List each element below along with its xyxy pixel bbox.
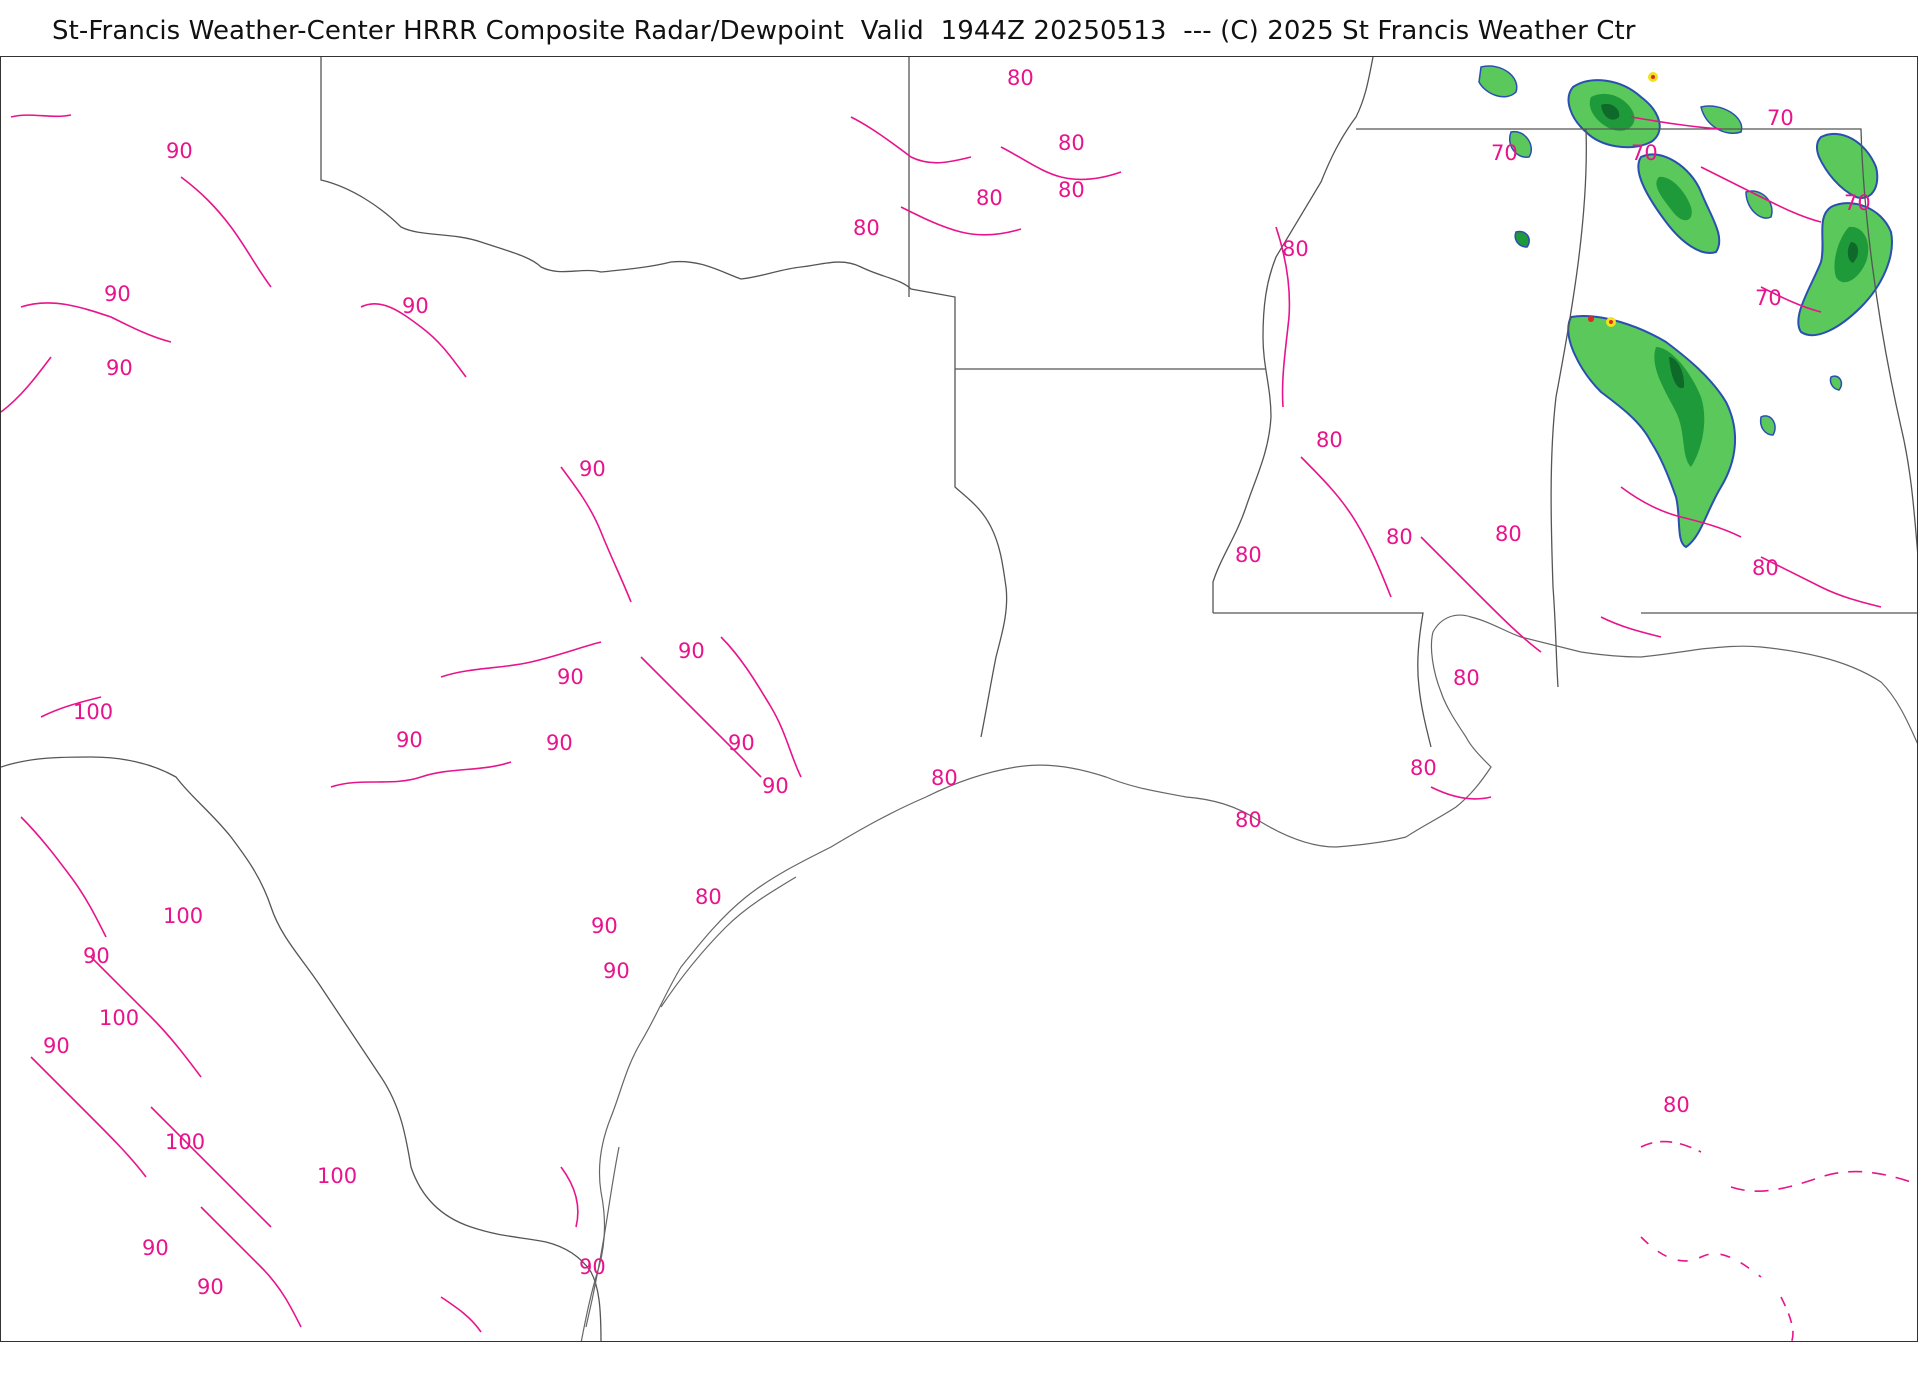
contour-line: [1300, 456, 1392, 598]
contour-line: [1640, 1236, 1762, 1278]
contour-label: 80: [1235, 808, 1262, 832]
radar-echo-icon: [1567, 315, 1737, 549]
contour-label: 90: [104, 282, 131, 306]
contour-line: [180, 176, 272, 288]
contour-label: 90: [43, 1034, 70, 1058]
contour-label: 80: [1316, 428, 1343, 452]
contour-label: 90: [579, 1255, 606, 1279]
contour-line: [330, 761, 512, 788]
contour-label: 90: [166, 139, 193, 163]
contour-label: 80: [1495, 522, 1522, 546]
contour-label: 70: [1631, 141, 1658, 165]
radar-echo-icon: [1567, 72, 1661, 149]
contour-label: 100: [165, 1130, 205, 1154]
contour-label: 90: [396, 728, 423, 752]
contour-line: [20, 302, 172, 343]
contour-label: 90: [678, 639, 705, 663]
mississippi-alabama-line: [1356, 128, 1587, 688]
contour-line: [640, 656, 762, 778]
contour-label: 90: [197, 1275, 224, 1299]
contour-label: 90: [579, 457, 606, 481]
contour-line: [850, 116, 972, 164]
contour-line: [10, 114, 72, 118]
texas-panhandle-boundary: [320, 57, 1008, 738]
contour-label: 90: [106, 356, 133, 380]
contour-line: [1760, 556, 1882, 608]
contour-label: 100: [99, 1006, 139, 1030]
contour-label: 90: [728, 731, 755, 755]
contour-label: 80: [1058, 178, 1085, 202]
contour-label: 90: [557, 665, 584, 689]
barrier-island-padre: [585, 1146, 620, 1328]
map-panel: 90 90 90 90 90 90 90 90 90 90 90 90 100 …: [0, 56, 1918, 1342]
contour-line: [1780, 1296, 1794, 1341]
contour-label: 80: [1058, 131, 1085, 155]
radar-echo-icon: [1797, 202, 1893, 337]
contour-label: 80: [1007, 66, 1034, 90]
contour-label: 80: [1410, 756, 1437, 780]
gulf-coastline: [580, 614, 1917, 1341]
contour-line: [560, 466, 632, 603]
contour-label: 70: [1491, 141, 1518, 165]
contour-label: 80: [1663, 1093, 1690, 1117]
louisiana-mississippi-line: [1213, 612, 1432, 748]
contour-line: [1730, 1170, 1912, 1192]
contour-label: 90: [762, 774, 789, 798]
contour-line: [1430, 786, 1492, 800]
contour-line: [1, 356, 52, 413]
contour-label: 90: [83, 944, 110, 968]
contour-line: [720, 636, 802, 778]
contour-line: [560, 1166, 579, 1228]
contour-label: 100: [73, 700, 113, 724]
radar-echo-icon: [1815, 132, 1879, 199]
contour-label: 70: [1767, 106, 1794, 130]
contour-label: 100: [317, 1164, 357, 1188]
contour-label: 90: [402, 294, 429, 318]
dewpoint-contours: [1, 114, 1912, 1341]
contour-label: 90: [591, 914, 618, 938]
mississippi-alabama-coast: [1520, 636, 1702, 658]
texas-coast: [580, 764, 1407, 1341]
contour-label: 90: [142, 1236, 169, 1260]
contour-label: 90: [603, 959, 630, 983]
contour-label: 90: [546, 731, 573, 755]
contour-label: 70: [1844, 191, 1871, 215]
contour-label: 80: [1235, 543, 1262, 567]
contour-label: 80: [1752, 556, 1779, 580]
contour-line: [150, 1106, 272, 1228]
contour-line: [1640, 1140, 1702, 1153]
contour-label: 100: [163, 904, 203, 928]
contour-line: [900, 206, 1022, 236]
map-title: St-Francis Weather-Center HRRR Composite…: [52, 16, 1636, 46]
louisiana-coast: [1405, 614, 1522, 838]
political-boundaries: [1, 57, 1917, 1341]
us-mexico-border: [1, 756, 602, 1341]
contour-label: 80: [695, 885, 722, 909]
contour-label: 80: [1386, 525, 1413, 549]
contour-label: 80: [1282, 237, 1309, 261]
contour-label: 70: [1755, 286, 1782, 310]
contour-label: 80: [1453, 666, 1480, 690]
mississippi-river-line: [1212, 57, 1374, 613]
contour-label: 80: [853, 216, 880, 240]
contour-label: 80: [931, 766, 958, 790]
contour-labels: 90 90 90 90 90 90 90 90 90 90 90 90 100 …: [43, 66, 1871, 1299]
contour-label: 80: [976, 186, 1003, 210]
contour-line: [20, 816, 107, 938]
barrier-island-matagorda: [660, 876, 797, 1008]
contour-line: [1600, 616, 1662, 638]
radar-echo-icon: [1637, 153, 1721, 254]
contour-line: [1420, 536, 1542, 653]
contour-line: [440, 1296, 482, 1333]
contour-line: [30, 1056, 147, 1178]
contour-line: [200, 1206, 302, 1328]
florida-panhandle-coast: [1700, 645, 1917, 744]
radar-echoes: [1478, 65, 1893, 549]
map-canvas: 90 90 90 90 90 90 90 90 90 90 90 90 100 …: [1, 57, 1917, 1341]
